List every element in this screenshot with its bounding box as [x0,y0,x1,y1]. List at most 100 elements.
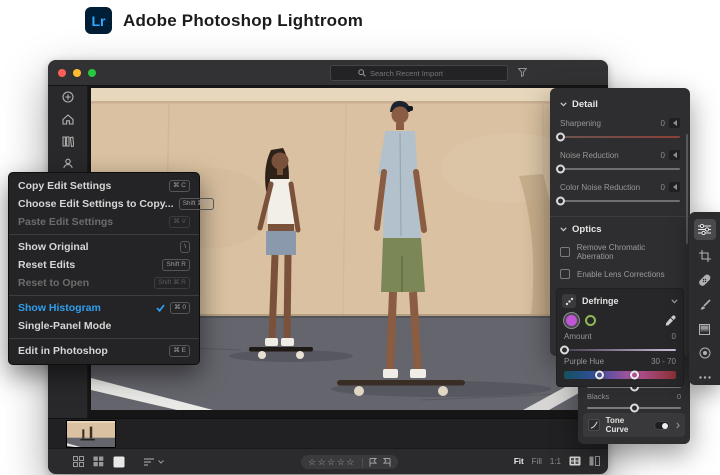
chevron-right-icon [676,422,680,429]
chevron-down-icon [671,299,678,304]
page-title: Adobe Photoshop Lightroom [123,11,363,31]
search-icon [358,69,366,77]
filmstrip-thumbnail[interactable] [66,420,116,448]
menu-shortcut: ⌘ 0 [170,302,190,313]
detail-section-header[interactable]: Detail [550,94,690,114]
menu-shortcut: ⌘ V [169,216,190,227]
zoom-1-1-button[interactable]: 1:1 [550,457,561,466]
purple-fringe-swatch[interactable] [566,315,577,326]
detail-navigator-icon[interactable] [569,456,581,466]
menu-item-label: Choose Edit Settings to Copy... [18,198,174,210]
checkbox-label: Enable Lens Corrections [577,270,665,279]
menu-item-show-original[interactable]: Show Original \ [9,238,199,256]
add-photos-button[interactable] [48,86,88,108]
slider-expand-icon[interactable] [669,150,680,160]
slider-label: Noise Reduction [560,151,657,160]
more-tools-button[interactable] [694,370,716,385]
eyedropper-icon[interactable] [665,315,676,326]
slider-sharpening: Sharpening 0 [550,114,690,146]
menu-item-label: Show Histogram [18,302,151,314]
photo-grid-view-button[interactable] [72,455,85,468]
menu-shortcut: Shift ⌘ C [179,198,215,209]
home-icon [62,114,74,125]
amount-label: Amount [564,332,672,341]
zoom-window-button[interactable] [88,69,96,77]
section-title: Optics [572,224,602,235]
tone-curve-toggle[interactable] [654,421,671,430]
purple-hue-low-knob[interactable] [595,371,604,380]
menu-item-reset-edits[interactable]: Reset Edits Shift R [9,256,199,274]
people-button[interactable] [48,152,88,174]
noise-reduction-slider[interactable] [560,168,680,170]
edit-tools-rail [689,212,720,385]
sort-button[interactable] [144,458,164,466]
linear-gradient-tool[interactable] [694,321,716,336]
search-input[interactable] [370,69,480,78]
menu-item-copy-edit-settings[interactable]: Copy Edit Settings ⌘ C [9,177,199,195]
menu-item-label: Reset to Open [18,277,149,289]
edit-sliders-tool[interactable] [694,219,716,240]
menu-item-label: Show Original [18,241,175,253]
color-noise-reduction-slider[interactable] [560,200,680,202]
enable-lens-corrections-checkbox[interactable] [560,269,570,279]
menu-item-edit-in-photoshop[interactable]: Edit in Photoshop ⌘ E [9,342,199,360]
square-grid-view-button[interactable] [92,455,105,468]
checkmark-icon [156,304,165,312]
slider-value: 0 [677,392,681,401]
search-box[interactable] [330,65,508,81]
slider-color-noise-reduction: Color Noise Reduction 0 [550,178,690,210]
filter-icon[interactable] [518,68,527,77]
slider-value: 0 [661,119,665,128]
blacks-slider[interactable] [587,407,681,409]
my-photos-button[interactable] [48,130,88,152]
menu-item-show-histogram[interactable]: Show Histogram ⌘ 0 [9,299,199,317]
bottom-toolbar: ☆☆☆☆☆ Fit Fill 1:1 [48,448,608,474]
zoom-fill-button[interactable]: Fill [532,457,542,466]
slider-expand-icon[interactable] [669,118,680,128]
purple-hue-value: 30 - 70 [651,357,676,366]
sharpening-slider[interactable] [560,136,680,138]
reject-flag-icon[interactable] [383,458,391,467]
context-menu: Copy Edit Settings ⌘ C Choose Edit Setti… [8,172,200,365]
menu-shortcut: ⌘ C [169,180,190,191]
chevron-down-icon [158,460,164,464]
brush-tool[interactable] [694,297,716,312]
crop-rotate-icon [699,250,711,262]
defringe-amount-slider[interactable] [564,349,676,351]
menu-item-choose-edit-settings[interactable]: Choose Edit Settings to Copy... Shift ⌘ … [9,195,199,213]
rating-flag-group: ☆☆☆☆☆ [301,455,398,469]
menu-shortcut: Shift R [162,259,190,270]
menu-item-label: Reset Edits [18,259,157,271]
healing-brush-icon [698,274,711,287]
slider-expand-icon[interactable] [669,182,680,192]
purple-hue-high-knob[interactable] [630,371,639,380]
before-after-icon[interactable] [589,456,600,466]
close-window-button[interactable] [58,69,66,77]
pick-flag-icon[interactable] [369,458,377,467]
crop-rotate-tool[interactable] [694,249,716,264]
green-fringe-swatch[interactable] [585,315,596,326]
tone-curve-row[interactable]: Tone Curve [583,413,685,437]
zoom-fit-button[interactable]: Fit [514,457,524,466]
minimize-window-button[interactable] [73,69,81,77]
single-photo-view-button[interactable] [112,455,125,468]
star-rating[interactable]: ☆☆☆☆☆ [308,458,356,467]
remove-chromatic-aberration-checkbox[interactable] [560,247,570,257]
menu-separator [9,295,199,296]
menu-item-single-panel-mode[interactable]: Single-Panel Mode [9,317,199,335]
home-button[interactable] [48,108,88,130]
defringe-icon [562,294,576,308]
purple-hue-slider[interactable] [564,371,676,379]
slider-value: 0 [661,183,665,192]
slider-label: Blacks [587,392,677,401]
amount-value: 0 [672,332,676,341]
tone-curve-icon [588,419,600,431]
healing-brush-tool[interactable] [694,273,716,288]
radial-gradient-tool[interactable] [694,346,716,361]
panel-scrollbar[interactable] [686,134,688,244]
menu-separator [9,234,199,235]
menu-separator [9,338,199,339]
window-titlebar [48,60,608,86]
defringe-header[interactable]: Defringe [562,294,678,308]
optics-section-header[interactable]: Optics [550,219,690,239]
